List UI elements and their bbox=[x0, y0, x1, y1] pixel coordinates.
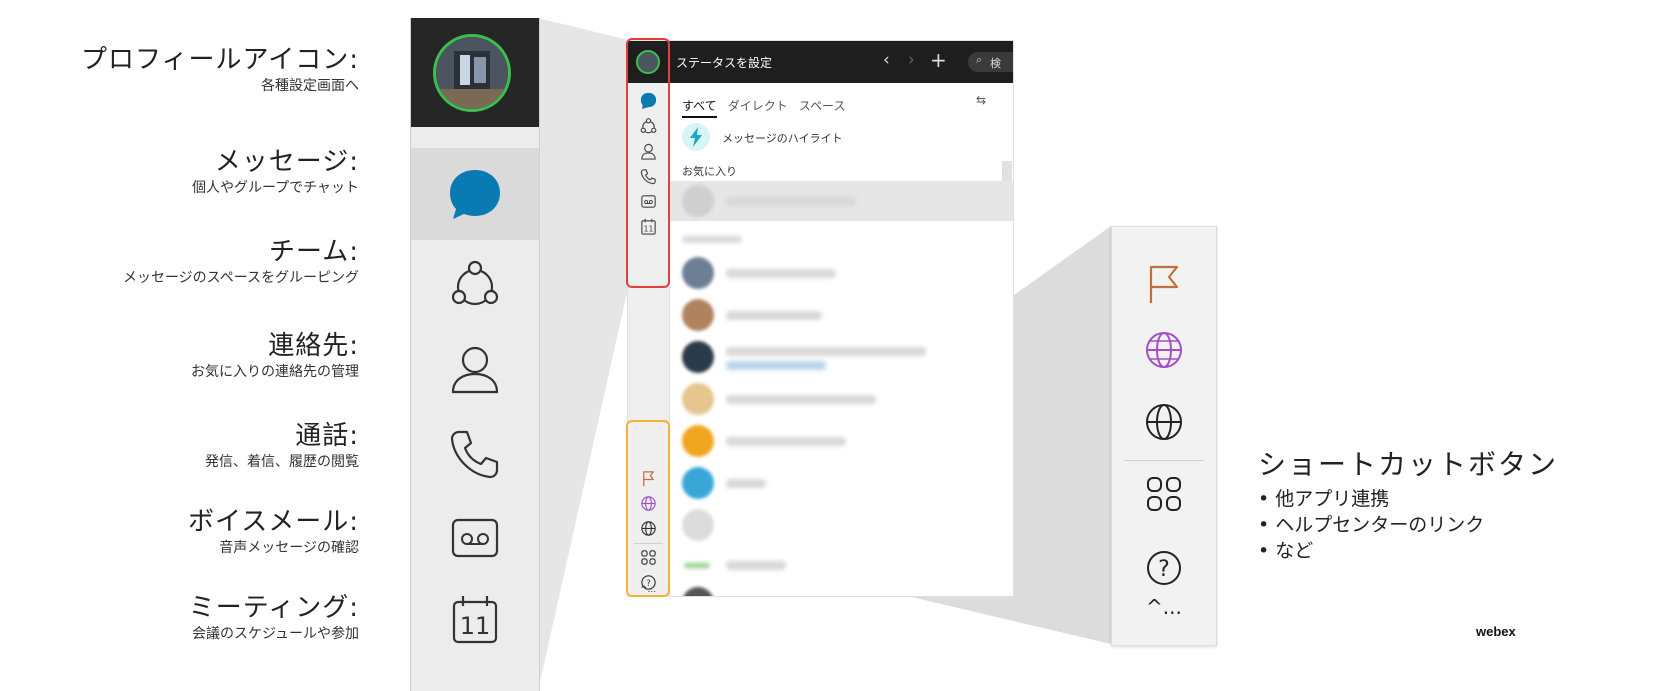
label-messages: メッセージ: 個人やグループでチャット bbox=[192, 146, 359, 198]
add-icon[interactable]: + bbox=[930, 48, 947, 72]
list-item[interactable] bbox=[670, 337, 1013, 377]
label-subtitle: 会議のスケジュールや参加 bbox=[191, 626, 359, 642]
filter-icon[interactable]: ⇆ bbox=[976, 93, 986, 107]
list-item[interactable] bbox=[670, 421, 1013, 461]
status-button[interactable]: ステータスを設定 bbox=[676, 54, 772, 71]
list-item[interactable] bbox=[670, 379, 1013, 419]
filter-tabs: すべて ダイレクト スペース bbox=[682, 95, 846, 118]
label-title: 通話: bbox=[295, 421, 359, 451]
tab-spaces[interactable]: スペース bbox=[799, 99, 846, 113]
avatar bbox=[682, 383, 714, 415]
favorites-header: お気に入り bbox=[682, 165, 737, 178]
calendar-day: 11 bbox=[460, 612, 491, 640]
avatar-image bbox=[436, 37, 508, 109]
list-item[interactable] bbox=[670, 463, 1013, 503]
label-subtitle: 個人やグループでチャット bbox=[191, 180, 359, 196]
avatar bbox=[682, 587, 714, 596]
label-subtitle: お気に入りの連絡先の管理 bbox=[191, 364, 359, 380]
zoomed-sidebar: 11 bbox=[410, 18, 540, 691]
label-calling: 通話: 発信、着信、履歴の閲覧 bbox=[205, 420, 359, 472]
avatar bbox=[682, 341, 714, 373]
avatar bbox=[682, 467, 714, 499]
label-subtitle: メッセージのスペースをグルーピング bbox=[122, 270, 359, 286]
label-title: ボイスメール: bbox=[188, 507, 359, 537]
list-item[interactable] bbox=[670, 181, 1013, 221]
teams-icon[interactable] bbox=[445, 256, 505, 316]
search-label: 検 bbox=[990, 57, 1001, 70]
label-title: チーム: bbox=[269, 237, 359, 267]
profile-avatar[interactable] bbox=[433, 34, 511, 112]
blurred-text bbox=[682, 236, 742, 243]
list-item[interactable] bbox=[670, 505, 1013, 545]
flag-icon[interactable] bbox=[1141, 261, 1187, 307]
app-topbar: ステータスを設定 ‹ › + ⌕ 検 bbox=[628, 41, 1013, 83]
blurred-text bbox=[726, 437, 846, 446]
label-voicemail: ボイスメール: 音声メッセージの確認 bbox=[188, 506, 359, 558]
globe-icon[interactable] bbox=[1141, 399, 1187, 445]
label-subtitle: 発信、着信、履歴の閲覧 bbox=[205, 454, 359, 470]
apps-grid-icon[interactable] bbox=[1141, 471, 1187, 517]
shortcut-highlight-outline bbox=[626, 420, 670, 597]
label-profile: プロフィールアイコン: 各種設定画面へ bbox=[81, 44, 359, 96]
blurred-text bbox=[684, 563, 710, 568]
blurred-text bbox=[726, 347, 926, 356]
blurred-text bbox=[726, 361, 826, 370]
shortcut-bullet: • 他アプリ連携 bbox=[1258, 488, 1390, 510]
help-icon[interactable]: ? bbox=[1141, 545, 1187, 591]
contacts-icon[interactable] bbox=[445, 340, 505, 400]
label-teams: チーム: メッセージのスペースをグルーピング bbox=[123, 236, 359, 288]
avatar bbox=[682, 425, 714, 457]
conversation-list: すべて ダイレクト スペース ⇆ メッセージのハイライト お気に入り bbox=[670, 83, 1013, 596]
voicemail-icon[interactable] bbox=[445, 508, 505, 568]
blurred-text bbox=[726, 269, 836, 278]
back-arrow-icon[interactable]: ‹ bbox=[883, 50, 890, 70]
blurred-text bbox=[726, 395, 876, 404]
highlight-icon bbox=[682, 123, 710, 151]
label-title: 連絡先: bbox=[268, 331, 359, 361]
avatar bbox=[682, 257, 714, 289]
label-title: ミーティング: bbox=[188, 593, 359, 623]
list-item[interactable] bbox=[670, 547, 1013, 587]
more-button[interactable]: ^... bbox=[1146, 595, 1182, 619]
search-icon: ⌕ bbox=[976, 53, 983, 66]
sidebar-header bbox=[411, 18, 539, 127]
avatar bbox=[682, 509, 714, 541]
app-window: ステータスを設定 ‹ › + ⌕ 検 11 ? ^... すべて ダイレクト ス… bbox=[627, 40, 1014, 597]
forward-arrow-icon[interactable]: › bbox=[908, 50, 915, 70]
label-title: メッセージ: bbox=[214, 147, 359, 177]
shortcut-title: ショートカットボタン bbox=[1258, 448, 1559, 481]
avatar bbox=[682, 299, 714, 331]
message-icon[interactable] bbox=[445, 164, 505, 224]
label-meetings: ミーティング: 会議のスケジュールや参加 bbox=[189, 592, 359, 644]
webex-logo: webex bbox=[1476, 624, 1516, 639]
label-contacts: 連絡先: お気に入りの連絡先の管理 bbox=[191, 330, 359, 382]
shortcut-bullet: • など bbox=[1258, 540, 1314, 562]
globe-app-icon[interactable] bbox=[1141, 327, 1187, 373]
shortcut-divider bbox=[1124, 460, 1204, 461]
message-highlights-item[interactable]: メッセージのハイライト bbox=[722, 130, 843, 146]
blurred-text bbox=[726, 197, 856, 206]
list-item[interactable] bbox=[670, 295, 1013, 335]
label-subtitle: 音声メッセージの確認 bbox=[219, 540, 359, 556]
blurred-text bbox=[726, 479, 766, 488]
calendar-icon[interactable]: 11 bbox=[445, 590, 505, 650]
zoomed-shortcut-bar: ? ^... bbox=[1111, 226, 1217, 646]
sidebar-highlight-outline bbox=[626, 38, 670, 288]
blurred-text bbox=[726, 311, 822, 320]
search-field[interactable]: ⌕ 検 bbox=[968, 52, 1013, 72]
tab-all[interactable]: すべて bbox=[682, 99, 717, 118]
phone-icon[interactable] bbox=[445, 424, 505, 484]
list-item[interactable] bbox=[670, 583, 1013, 596]
shortcut-bullet: • ヘルプセンターのリンク bbox=[1258, 514, 1485, 536]
avatar bbox=[682, 185, 714, 217]
label-title: プロフィールアイコン: bbox=[81, 45, 359, 75]
svg-text:?: ? bbox=[1158, 557, 1170, 582]
label-subtitle: 各種設定画面へ bbox=[261, 78, 359, 94]
blurred-text bbox=[726, 561, 786, 570]
tab-direct[interactable]: ダイレクト bbox=[728, 99, 788, 113]
list-item[interactable] bbox=[670, 253, 1013, 293]
